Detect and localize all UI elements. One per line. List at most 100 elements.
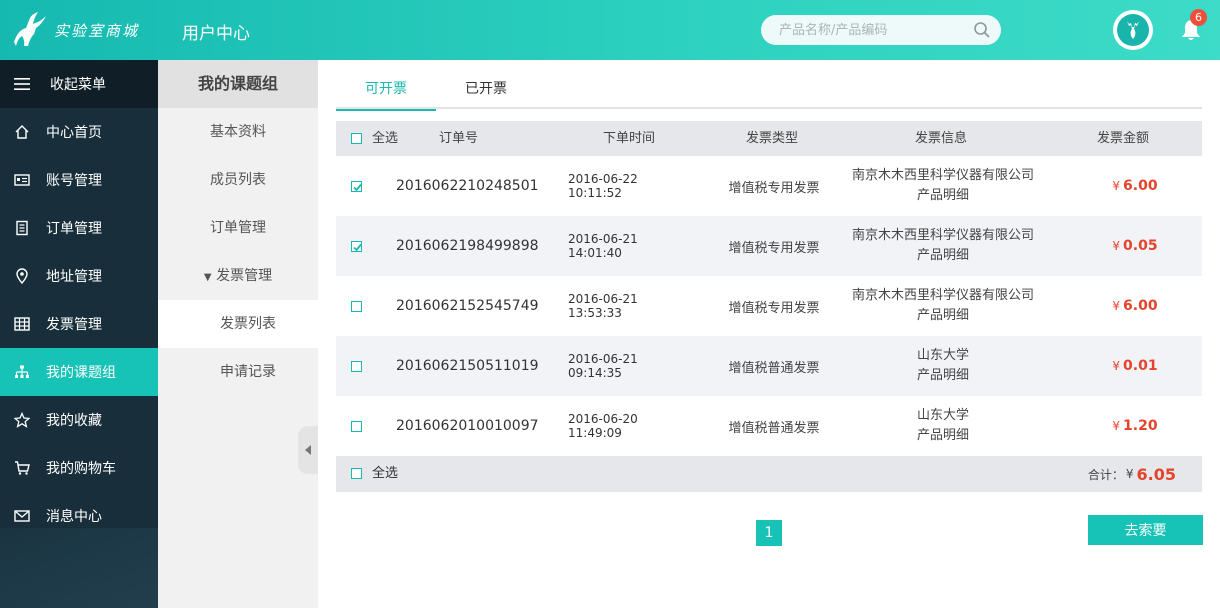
invoice-type: 增值税专用发票 bbox=[728, 240, 820, 256]
page-button-current[interactable]: 1 bbox=[756, 520, 782, 546]
sidebar-item-home[interactable]: 中心首页 bbox=[0, 108, 158, 156]
table-row: 2016062210248501 2016-06-22 10:11:52 增值税… bbox=[336, 156, 1202, 216]
invoice-amount: ¥ 1.20 bbox=[1086, 396, 1184, 456]
hamburger-icon bbox=[14, 78, 30, 90]
checkmark-icon bbox=[353, 243, 362, 252]
column-header-order-time: 下单时间 bbox=[603, 131, 656, 146]
product-details-link[interactable]: 产品明细 bbox=[917, 426, 969, 446]
select-all-label: 全选 bbox=[372, 131, 399, 146]
main-content: 可开票 已开票 全选 订单号 下单时间 发票类型 发票信息 发票金额 20160… bbox=[318, 60, 1220, 608]
product-details-link[interactable]: 产品明细 bbox=[917, 306, 969, 326]
sidebar-item-orders[interactable]: 订单管理 bbox=[0, 204, 158, 252]
currency-symbol: ¥ bbox=[1112, 419, 1121, 433]
row-checkbox[interactable] bbox=[351, 241, 362, 252]
main-sidebar: 收起菜单 中心首页 账号管理 订单管理 地址管理 发票管理 我的课题组 我的收藏… bbox=[0, 60, 158, 608]
row-checkbox[interactable] bbox=[351, 301, 362, 312]
antelope-logo-icon bbox=[14, 12, 46, 46]
collapse-menu-button[interactable]: 收起菜单 bbox=[0, 60, 158, 108]
request-invoice-button[interactable]: 去索要 bbox=[1088, 515, 1203, 545]
currency-symbol: ¥ bbox=[1112, 359, 1121, 373]
invoice-company: 南京木木西里科学仪器有限公司 bbox=[851, 228, 1034, 243]
sidebar-item-label: 订单管理 bbox=[46, 221, 102, 237]
sidebar-item-label: 账号管理 bbox=[46, 173, 102, 189]
column-header-order-no: 订单号 bbox=[439, 131, 479, 146]
search-icon[interactable] bbox=[973, 21, 991, 39]
collapse-submenu-handle[interactable] bbox=[298, 426, 318, 474]
tab-invoiceable[interactable]: 可开票 bbox=[336, 72, 436, 111]
sidebar-item-account[interactable]: 账号管理 bbox=[0, 156, 158, 204]
invoice-company: 南京木木西里科学仪器有限公司 bbox=[851, 168, 1034, 183]
sidebar-item-favorites[interactable]: 我的收藏 bbox=[0, 396, 158, 444]
table-row: 2016062152545749 2016-06-21 13:53:33 增值税… bbox=[336, 276, 1202, 336]
id-card-icon bbox=[14, 174, 30, 186]
submenu-item-invoice-list[interactable]: 发票列表 bbox=[158, 300, 318, 348]
sub-menu: 我的课题组 基本资料 成员列表 订单管理 ▼ 发票管理 发票列表 申请记录 bbox=[158, 60, 318, 608]
document-icon bbox=[16, 220, 28, 236]
invoice-tabs: 可开票 已开票 bbox=[336, 72, 1202, 111]
logo-text: 实验室商城 bbox=[54, 21, 140, 40]
logo[interactable]: 实验室商城 bbox=[8, 6, 158, 54]
invoice-amount: ¥ 6.00 bbox=[1086, 276, 1184, 336]
tab-invoiced[interactable]: 已开票 bbox=[436, 72, 536, 109]
product-details-link[interactable]: 产品明细 bbox=[917, 246, 969, 266]
sidebar-item-address[interactable]: 地址管理 bbox=[0, 252, 158, 300]
invoice-company: 山东大学 bbox=[916, 348, 969, 363]
submenu-item-invoice-management[interactable]: ▼ 发票管理 bbox=[158, 252, 318, 300]
select-all-checkbox[interactable] bbox=[351, 133, 362, 144]
sidebar-item-cart[interactable]: 我的购物车 bbox=[0, 444, 158, 492]
row-checkbox[interactable] bbox=[351, 181, 362, 192]
sidebar-item-label: 地址管理 bbox=[46, 269, 102, 285]
invoice-company: 山东大学 bbox=[916, 408, 969, 423]
currency-symbol: ¥ bbox=[1112, 179, 1121, 193]
total-summary: 合计： ¥ 6.05 bbox=[1088, 456, 1176, 492]
submenu-title: 我的课题组 bbox=[158, 60, 318, 108]
footer-select-all-label: 全选 bbox=[372, 466, 399, 481]
table-row: 2016062150511019 2016-06-21 09:14:35 增值税… bbox=[336, 336, 1202, 396]
invoice-info: 南京木木西里科学仪器有限公司 产品明细 bbox=[836, 216, 1050, 276]
avatar[interactable] bbox=[1113, 10, 1153, 50]
checkmark-icon bbox=[353, 183, 362, 192]
table-row: 2016062010010097 2016-06-20 11:49:09 增值税… bbox=[336, 396, 1202, 456]
sidebar-item-label: 中心首页 bbox=[46, 125, 102, 141]
order-number: 2016062210248501 bbox=[396, 178, 539, 194]
order-number: 2016062152545749 bbox=[396, 298, 539, 314]
caret-down-icon: ▼ bbox=[203, 272, 212, 283]
product-details-link[interactable]: 产品明细 bbox=[917, 366, 969, 386]
chevron-left-icon bbox=[305, 445, 311, 455]
product-details-link[interactable]: 产品明细 bbox=[917, 186, 969, 206]
search-box bbox=[761, 15, 1001, 45]
submenu-item-orders[interactable]: 订单管理 bbox=[158, 204, 318, 252]
invoice-info: 山东大学 产品明细 bbox=[836, 396, 1050, 456]
top-header: 实验室商城 用户中心 6 bbox=[0, 0, 1220, 60]
search-input[interactable] bbox=[761, 15, 961, 45]
submenu-item-profile[interactable]: 基本资料 bbox=[158, 108, 318, 156]
invoice-company: 南京木木西里科学仪器有限公司 bbox=[851, 288, 1034, 303]
invoice-type: 增值税专用发票 bbox=[728, 300, 820, 316]
envelope-icon bbox=[14, 510, 30, 522]
invoice-amount: ¥ 6.00 bbox=[1086, 156, 1184, 216]
order-time: 2016-06-22 10:11:52 bbox=[568, 172, 638, 200]
invoice-type: 增值税专用发票 bbox=[728, 180, 820, 196]
collapse-menu-label: 收起菜单 bbox=[50, 77, 106, 93]
currency-symbol: ¥ bbox=[1112, 299, 1121, 313]
invoice-type: 增值税普通发票 bbox=[728, 360, 820, 376]
amount-value: 6.00 bbox=[1123, 178, 1158, 194]
column-header-invoice-amount: 发票金额 bbox=[1097, 131, 1150, 146]
submenu-item-apply-records[interactable]: 申请记录 bbox=[158, 348, 318, 396]
sidebar-decoration bbox=[0, 528, 158, 608]
sidebar-item-messages[interactable]: 消息中心 bbox=[0, 492, 158, 540]
amount-value: 6.00 bbox=[1123, 298, 1158, 314]
column-header-invoice-info: 发票信息 bbox=[915, 131, 968, 146]
footer-select-all-checkbox[interactable] bbox=[351, 468, 362, 479]
row-checkbox[interactable] bbox=[351, 361, 362, 372]
submenu-item-label: 发票管理 bbox=[216, 268, 273, 284]
order-number: 2016062010010097 bbox=[396, 418, 539, 434]
submenu-item-members[interactable]: 成员列表 bbox=[158, 156, 318, 204]
sidebar-item-research-group[interactable]: 我的课题组 bbox=[0, 348, 158, 396]
invoice-info: 山东大学 产品明细 bbox=[836, 336, 1050, 396]
row-checkbox[interactable] bbox=[351, 421, 362, 432]
sidebar-item-invoice[interactable]: 发票管理 bbox=[0, 300, 158, 348]
order-number: 2016062198499898 bbox=[396, 238, 539, 254]
page-title: 用户中心 bbox=[182, 24, 250, 44]
notification-badge: 6 bbox=[1190, 9, 1207, 26]
